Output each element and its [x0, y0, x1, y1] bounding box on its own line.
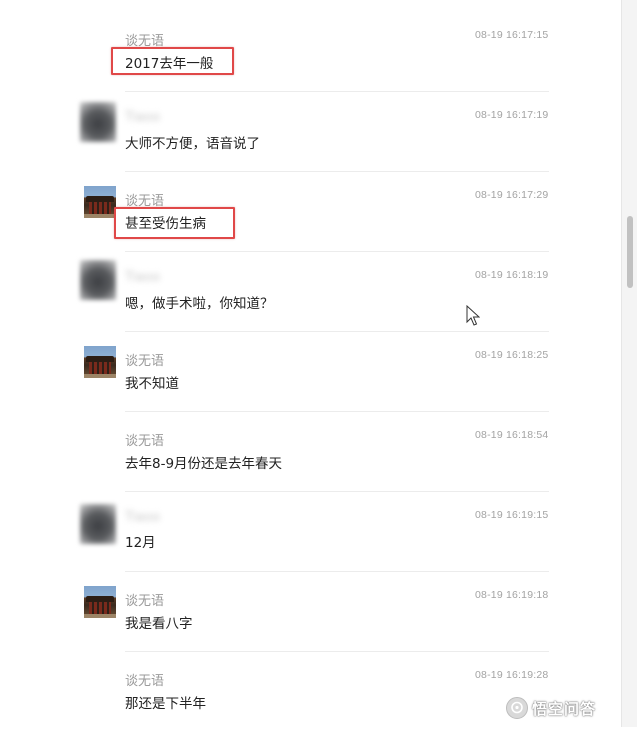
message-text: 那还是下半年	[125, 696, 206, 712]
message-time: 08-19 16:17:29	[475, 189, 549, 201]
highlight-box	[111, 47, 234, 75]
avatar-blurred[interactable]	[80, 260, 116, 300]
message-time: 08-19 16:19:18	[475, 589, 549, 601]
avatar-temple[interactable]	[84, 586, 116, 618]
watermark: 悟空问答	[506, 696, 596, 720]
message-time: 08-19 16:18:54	[475, 429, 549, 441]
avatar-blurred[interactable]	[80, 504, 116, 544]
message-text: 我是看八字	[125, 616, 193, 632]
message-item: 谈无语 08-19 16:19:28 那还是下半年	[0, 652, 621, 732]
message-item: Tiaoo 08-19 16:17:19 大师不方便，语音说了	[0, 92, 621, 172]
chat-window: 谈无语 08-19 16:17:15 2017去年一般 Tiaoo 08-19 …	[0, 0, 637, 727]
message-time: 08-19 16:19:28	[475, 669, 549, 681]
sender-name: 谈无语	[125, 594, 165, 609]
mouse-cursor-icon	[466, 305, 480, 326]
message-time: 08-19 16:18:19	[475, 269, 549, 281]
message-item: Tiaoo 08-19 16:19:15 12月	[0, 492, 621, 572]
message-time: 08-19 16:19:15	[475, 509, 549, 521]
message-item: 谈无语 08-19 16:17:15 2017去年一般	[0, 0, 621, 80]
message-item: 谈无语 08-19 16:17:29 甚至受伤生病	[0, 172, 621, 252]
sender-name: 谈无语	[125, 674, 165, 689]
sender-name: 谈无语	[125, 354, 165, 369]
message-time: 08-19 16:17:19	[475, 109, 549, 121]
speech-bubble-icon	[506, 697, 528, 719]
message-text: 12月	[125, 535, 156, 551]
message-item: 谈无语 08-19 16:18:25 我不知道	[0, 332, 621, 412]
sender-name: Tiaoo	[125, 510, 161, 525]
avatar-temple[interactable]	[84, 346, 116, 378]
vertical-scrollbar[interactable]	[621, 0, 637, 727]
message-time: 08-19 16:18:25	[475, 349, 549, 361]
scrollbar-thumb[interactable]	[627, 216, 633, 288]
highlight-box	[114, 207, 235, 239]
message-time: 08-19 16:17:15	[475, 29, 549, 41]
message-text: 去年8-9月份还是去年春天	[125, 456, 283, 472]
sender-name: Tiaoo	[125, 110, 161, 125]
sender-name: Tiaoo	[125, 270, 161, 285]
message-item: 谈无语 08-19 16:18:54 去年8-9月份还是去年春天	[0, 412, 621, 492]
sender-name: 谈无语	[125, 434, 165, 449]
avatar-blurred[interactable]	[80, 102, 116, 142]
message-item: Tiaoo 08-19 16:18:19 嗯，做手术啦，你知道？	[0, 252, 621, 332]
watermark-text: 悟空问答	[532, 699, 597, 718]
message-text: 嗯，做手术啦，你知道？	[125, 296, 274, 312]
message-text: 我不知道	[125, 376, 179, 392]
message-text: 大师不方便，语音说了	[125, 136, 260, 152]
avatar-temple[interactable]	[84, 186, 116, 218]
message-item: 谈无语 08-19 16:19:18 我是看八字	[0, 572, 621, 652]
